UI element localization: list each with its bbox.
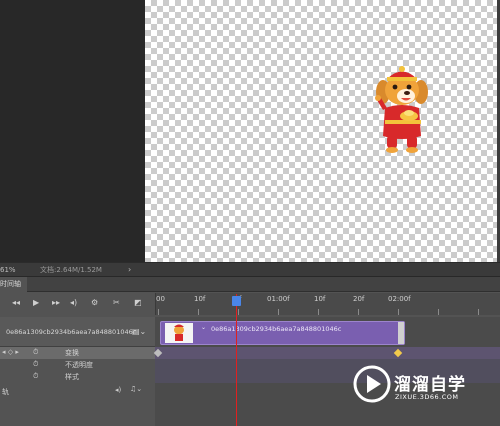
watermark-subtitle: ZIXUE.3D66.COM: [395, 393, 459, 401]
panel-tab-bar: 时间轴: [0, 277, 500, 292]
audio-volume-icon[interactable]: ◂): [115, 386, 121, 394]
playhead-handle[interactable]: [232, 296, 241, 306]
ruler-label: 20f: [353, 295, 365, 303]
clip-trim-handle[interactable]: [398, 322, 404, 344]
playhead-line: [236, 294, 237, 426]
property-label: 不透明度: [65, 361, 93, 369]
watermark-play-icon: [353, 365, 391, 403]
ruler-tick: [198, 309, 199, 315]
tab-timeline[interactable]: 时间轴: [0, 277, 27, 292]
go-to-first-frame-icon[interactable]: ◂◂: [12, 298, 20, 307]
video-clip[interactable]: ⌄ 0e86a1309cb2934b6aea7a848801046c: [160, 321, 405, 345]
clip-thumbnail-image: [174, 324, 184, 341]
ruler-tick: [478, 309, 479, 315]
transition-icon[interactable]: ◩: [134, 298, 142, 307]
play-icon[interactable]: ▶: [33, 298, 39, 307]
audio-toggle-icon[interactable]: ◂): [70, 298, 77, 307]
music-note-icon[interactable]: ♫⌄: [130, 385, 142, 393]
property-row-style[interactable]: ⏱ 样式: [0, 371, 155, 383]
document-size: 文档:2.64M/1.52M: [40, 265, 102, 274]
zoom-level[interactable]: 61%: [0, 266, 40, 274]
watermark-title: 溜溜自学: [394, 375, 466, 395]
ruler-tick: [278, 309, 279, 315]
ruler-label: 01:00f: [267, 295, 290, 303]
ruler-tick: [238, 309, 239, 315]
layer-name: 0e86a1309cb2934b6aea7a848801046c: [6, 328, 137, 336]
status-bar: 61% 文档:2.64M/1.52M ›: [0, 262, 500, 276]
status-menu-arrow-icon[interactable]: ›: [128, 265, 131, 274]
ruler-tick: [318, 309, 319, 315]
audio-track-label: 轨: [2, 388, 9, 396]
dog-character-image: [375, 66, 428, 153]
stopwatch-icon[interactable]: ⏱: [33, 348, 38, 357]
ruler-label: 00: [156, 295, 165, 303]
settings-icon[interactable]: ⚙: [91, 298, 98, 307]
clip-name: 0e86a1309cb2934b6aea7a848801046c: [211, 325, 342, 333]
ruler-label: 10f: [194, 295, 206, 303]
clip-collapse-chevron-icon[interactable]: ⌄: [201, 324, 206, 331]
playback-controls: ◂◂ ▶ ▸▸ ◂) ⚙ ✂ ◩: [0, 293, 155, 315]
property-row-transform[interactable]: ◂ ◇ ▸ ⏱ 变换: [0, 347, 155, 359]
ruler-label: 02:00f: [388, 295, 411, 303]
watermark-logo: 溜溜自学 ZIXUE.3D66.COM: [352, 356, 472, 412]
ruler-tick: [438, 309, 439, 315]
split-scissors-icon[interactable]: ✂: [113, 298, 120, 307]
audio-track-row[interactable]: 轨 ◂) ♫⌄: [0, 384, 155, 398]
clip-thumbnail: [165, 323, 193, 343]
property-label: 样式: [65, 373, 79, 381]
ruler-tick: [398, 309, 399, 315]
stopwatch-icon[interactable]: ⏱: [33, 360, 38, 369]
property-row-opacity[interactable]: ⏱ 不透明度: [0, 359, 155, 371]
property-label: 变换: [65, 349, 79, 357]
ruler-label: 10f: [314, 295, 326, 303]
next-frame-icon[interactable]: ▸▸: [52, 298, 60, 307]
layer-options-icon[interactable]: ▤⌄: [132, 327, 146, 336]
keyframe-nav-icon[interactable]: ◂ ◇ ▸: [2, 348, 19, 356]
time-ruler[interactable]: 00 10f 01:00f 10f 20f 02:00f f: [155, 293, 500, 315]
layer-header[interactable]: 0e86a1309cb2934b6aea7a848801046c ▤⌄: [0, 317, 155, 347]
stopwatch-icon[interactable]: ⏱: [33, 372, 38, 381]
ruler-tick: [358, 309, 359, 315]
document-canvas[interactable]: [145, 0, 500, 262]
ruler-tick: [158, 309, 159, 315]
workspace-left-area: [0, 0, 145, 262]
